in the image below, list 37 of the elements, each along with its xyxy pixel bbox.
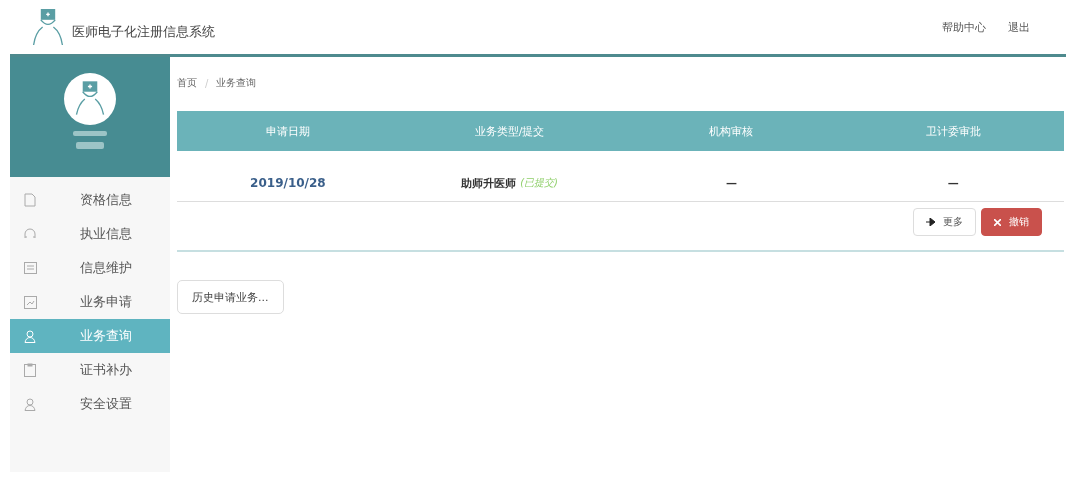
document-icon [24,193,36,207]
status-label: (已提交) [520,176,559,190]
column-header: 业务类型/提交 [473,123,546,139]
arrow-right-icon [926,218,935,226]
breadcrumb-current: 业务查询 [216,76,257,90]
menu-item[interactable]: 证书补办 [10,353,170,387]
menu-item[interactable]: 业务申请 [10,285,170,319]
column-header: 申请日期 [264,123,311,139]
user-icon [24,329,36,343]
menu-item[interactable]: 安全设置 [10,387,170,421]
table-cell: 助师升医师 [461,175,517,191]
column-header: 机构审核 [708,123,755,139]
table-cell: — [725,176,737,190]
header-link[interactable]: 退出 [1008,19,1030,35]
doctor-logo-icon [30,7,66,47]
more-button[interactable]: 更多 [913,208,976,236]
clipboard-icon [24,363,36,377]
menu-item[interactable]: 执业信息 [10,217,170,251]
cancel-button[interactable]: 撤销 [981,208,1042,236]
table-cell: — [947,176,959,190]
avatar-icon [64,73,116,125]
blurred-name [73,131,107,136]
menu-item[interactable]: 资格信息 [10,183,170,217]
column-header: 卫计委审批 [924,123,982,139]
form-icon [23,295,37,309]
header-link[interactable]: 帮助中心 [942,19,986,35]
blurred-name [76,142,104,149]
table-cell-text: 2019/10/28 [249,176,327,190]
breadcrumb-link[interactable]: 首页 [177,76,197,90]
headset-icon [24,228,36,240]
close-icon [994,218,1001,226]
breadcrumb-separator: / [205,77,209,89]
user-icon [24,397,36,411]
app-title: 医师电子化注册信息系统 [72,23,215,41]
history-button[interactable]: 历史申请业务... [177,280,284,314]
card-icon [23,262,37,274]
menu-item[interactable]: 信息维护 [10,251,170,285]
